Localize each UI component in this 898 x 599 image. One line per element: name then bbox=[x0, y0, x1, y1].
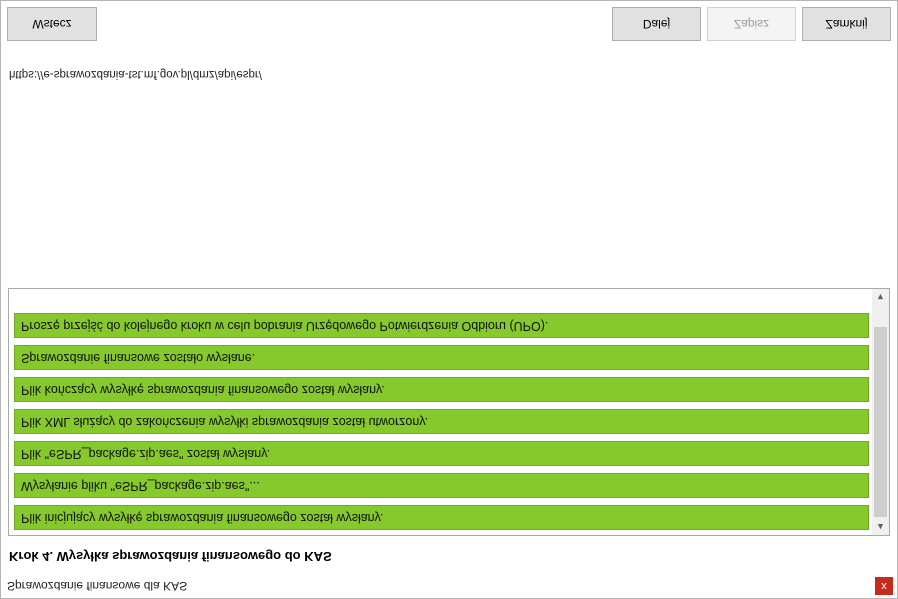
scroll-thumb[interactable] bbox=[874, 327, 887, 517]
dialog-window: Sprawozdanie finansowe dla KAS x Krok 4.… bbox=[0, 0, 898, 599]
window-title: Sprawozdanie finansowe dla KAS bbox=[7, 579, 188, 593]
window-close-button[interactable]: x bbox=[875, 577, 893, 595]
close-button[interactable]: Zamknij bbox=[802, 7, 891, 41]
save-button: Zapisz bbox=[707, 7, 796, 41]
log-item: Plik "eSPR_package.zip.aes" został wysła… bbox=[14, 441, 869, 466]
scroll-down-arrow-icon[interactable]: ▼ bbox=[872, 289, 889, 305]
scroll-up-arrow-icon[interactable]: ▲ bbox=[872, 519, 889, 535]
log-item: Wysyłanie pliku "eSPR_package.zip.aes"..… bbox=[14, 473, 869, 498]
log-item: Plik kończący wysyłkę sprawozdania finan… bbox=[14, 377, 869, 402]
log-item: Proszę przejść do kolejnego kroku w celu… bbox=[14, 313, 869, 338]
back-button[interactable]: Wstecz bbox=[7, 7, 97, 41]
step-heading: Krok 4. Wysyłka sprawozdania finansowego… bbox=[9, 549, 332, 564]
title-bar: Sprawozdanie finansowe dla KAS x bbox=[1, 574, 897, 598]
log-scrollbar[interactable]: ▲ ▼ bbox=[872, 289, 889, 535]
log-list: Plik inicjujący wysyłkę sprawozdania fin… bbox=[14, 313, 869, 530]
log-item: Plik XML służący do zakończenia wysyłki … bbox=[14, 409, 869, 434]
log-panel: Plik inicjujący wysyłkę sprawozdania fin… bbox=[8, 288, 890, 536]
log-item: Plik inicjujący wysyłkę sprawozdania fin… bbox=[14, 505, 869, 530]
endpoint-url: https://e-sprawozdania-tst.mf.gov.pl/dmz… bbox=[9, 68, 262, 80]
log-item: Sprawozdanie finansowe zostało wysłane. bbox=[14, 345, 869, 370]
next-button[interactable]: Dalej bbox=[612, 7, 701, 41]
